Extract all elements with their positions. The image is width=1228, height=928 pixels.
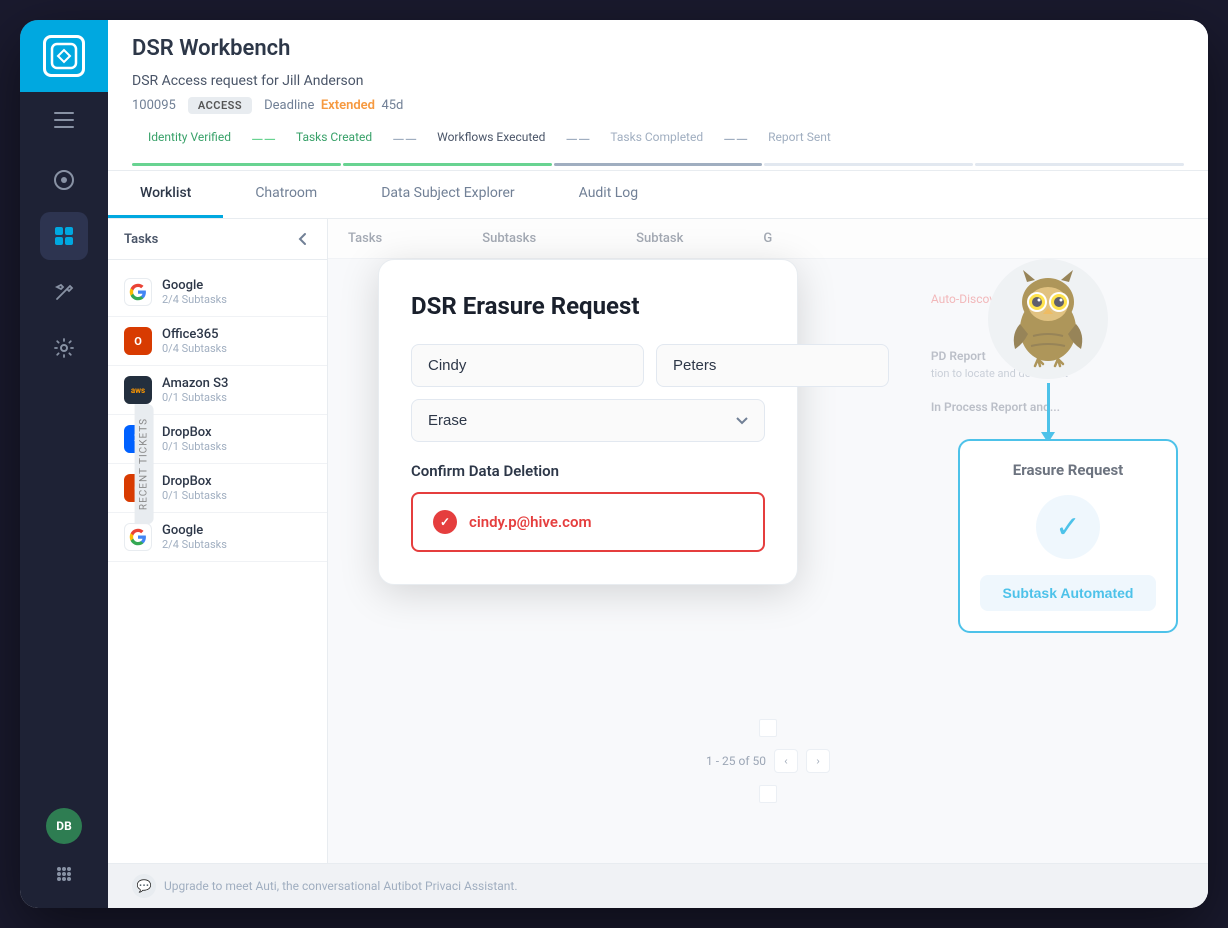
sidebar-item-home[interactable] <box>40 156 88 204</box>
tasks-panel-header: Tasks <box>108 219 327 260</box>
first-name-input[interactable] <box>411 344 644 387</box>
sidebar-navigation <box>20 156 108 808</box>
email-error-icon: ✓ <box>433 510 457 534</box>
request-info: DSR Access request for Jill Anderson <box>132 73 1184 89</box>
tabs-bar: Worklist Chatroom Data Subject Explorer … <box>108 171 1208 219</box>
tab-worklist[interactable]: Worklist <box>108 171 223 218</box>
task-info-dropbox-1: DropBox 0/1 Subtasks <box>162 425 311 453</box>
app-logo-icon <box>43 35 85 77</box>
user-avatar[interactable]: DB <box>46 808 82 844</box>
tasks-panel: Tasks Google 2/4 Subtasks <box>108 219 328 863</box>
dsr-form-title: DSR Erasure Request <box>411 292 765 320</box>
action-select[interactable]: Erase Anonymize Export <box>411 399 765 442</box>
dsr-form-overlay: DSR Erasure Request Erase Anonymize Expo… <box>328 219 1208 863</box>
recent-tickets-tab[interactable]: RECENT TICKETS <box>135 404 154 524</box>
task-info-amazon-s3: Amazon S3 0/1 Subtasks <box>162 376 311 404</box>
apps-grid-button[interactable] <box>46 856 82 892</box>
bottom-bar-text: Upgrade to meet Auti, the conversational… <box>164 879 518 893</box>
task-subtasks-google-2: 2/4 Subtasks <box>162 538 311 551</box>
request-title: DSR Access request for Jill Anderson <box>132 73 364 89</box>
office365-icon: O <box>124 327 152 355</box>
tab-chatroom[interactable]: Chatroom <box>223 171 349 218</box>
deadline-info: Deadline Extended 45d <box>264 98 403 113</box>
task-subtasks-amazon-s3: 0/1 Subtasks <box>162 391 311 404</box>
task-subtasks-google-1: 2/4 Subtasks <box>162 293 311 306</box>
menu-toggle-button[interactable] <box>20 100 108 140</box>
request-type-badge: ACCESS <box>188 97 252 114</box>
sidebar-item-dashboard[interactable] <box>40 212 88 260</box>
task-name-amazon-s3: Amazon S3 <box>162 376 311 391</box>
back-arrow-icon[interactable] <box>295 231 311 247</box>
task-subtasks-dropbox-1: 0/1 Subtasks <box>162 440 311 453</box>
chat-bubble-icon: 💬 <box>132 874 156 898</box>
tab-audit-log[interactable]: Audit Log <box>547 171 671 218</box>
progress-seg-1 <box>132 163 341 166</box>
google-icon-2 <box>124 523 152 551</box>
task-subtasks-office365: 0/4 Subtasks <box>162 342 311 355</box>
bottom-bar: 💬 Upgrade to meet Auti, the conversation… <box>108 863 1208 908</box>
step-report-sent: Report Sent <box>752 122 847 157</box>
name-row <box>411 344 765 387</box>
task-item-office365[interactable]: O Office365 0/4 Subtasks <box>108 317 327 366</box>
sidebar-logo <box>20 20 108 92</box>
step-workflows-executed: Workflows Executed <box>421 122 561 157</box>
dsr-form-card: DSR Erasure Request Erase Anonymize Expo… <box>378 259 798 585</box>
progress-seg-2 <box>343 163 552 166</box>
page-title: DSR Workbench <box>132 36 1184 61</box>
progress-seg-4 <box>764 163 973 166</box>
progress-seg-5 <box>975 163 1184 166</box>
email-text: cindy.p@hive.com <box>469 513 592 531</box>
step-identity-verified: Identity Verified <box>132 122 247 157</box>
workspace: Tasks Subtasks Subtask G Auto-Discovery … <box>328 219 1208 863</box>
email-confirm-box: ✓ cindy.p@hive.com <box>411 492 765 552</box>
sidebar-item-tools[interactable] <box>40 268 88 316</box>
progress-steps: Identity Verified —— Tasks Created —— Wo… <box>132 122 1184 157</box>
aws-icon: aws <box>124 376 152 404</box>
task-name-google-2: Google <box>162 523 311 538</box>
sidebar: DB <box>20 20 108 908</box>
tab-data-subject-explorer[interactable]: Data Subject Explorer <box>349 171 546 218</box>
confirm-data-deletion-label: Confirm Data Deletion <box>411 462 765 480</box>
google-icon-1 <box>124 278 152 306</box>
task-info-office365: Office365 0/4 Subtasks <box>162 327 311 355</box>
task-name-office365: Office365 <box>162 327 311 342</box>
task-name-dropbox-1: DropBox <box>162 425 311 440</box>
task-name-google-1: Google <box>162 278 311 293</box>
task-info-google-2: Google 2/4 Subtasks <box>162 523 311 551</box>
task-item-google-1[interactable]: Google 2/4 Subtasks <box>108 268 327 317</box>
step-tasks-completed: Tasks Completed <box>594 122 719 157</box>
top-header: DSR Workbench DSR Access request for Jil… <box>108 20 1208 171</box>
main-content: DSR Workbench DSR Access request for Jil… <box>108 20 1208 908</box>
sidebar-bottom: DB <box>46 808 82 908</box>
progress-bar <box>132 163 1184 166</box>
content-area: Tasks Google 2/4 Subtasks <box>108 219 1208 863</box>
progress-seg-3 <box>554 163 763 166</box>
task-info-google-1: Google 2/4 Subtasks <box>162 278 311 306</box>
step-tasks-created: Tasks Created <box>280 122 388 157</box>
sidebar-item-settings[interactable] <box>40 324 88 372</box>
task-info-dropbox-2: DropBox 0/1 Subtasks <box>162 474 311 502</box>
task-subtasks-dropbox-2: 0/1 Subtasks <box>162 489 311 502</box>
request-id: 100095 <box>132 98 176 113</box>
task-name-dropbox-2: DropBox <box>162 474 311 489</box>
last-name-input[interactable] <box>656 344 889 387</box>
